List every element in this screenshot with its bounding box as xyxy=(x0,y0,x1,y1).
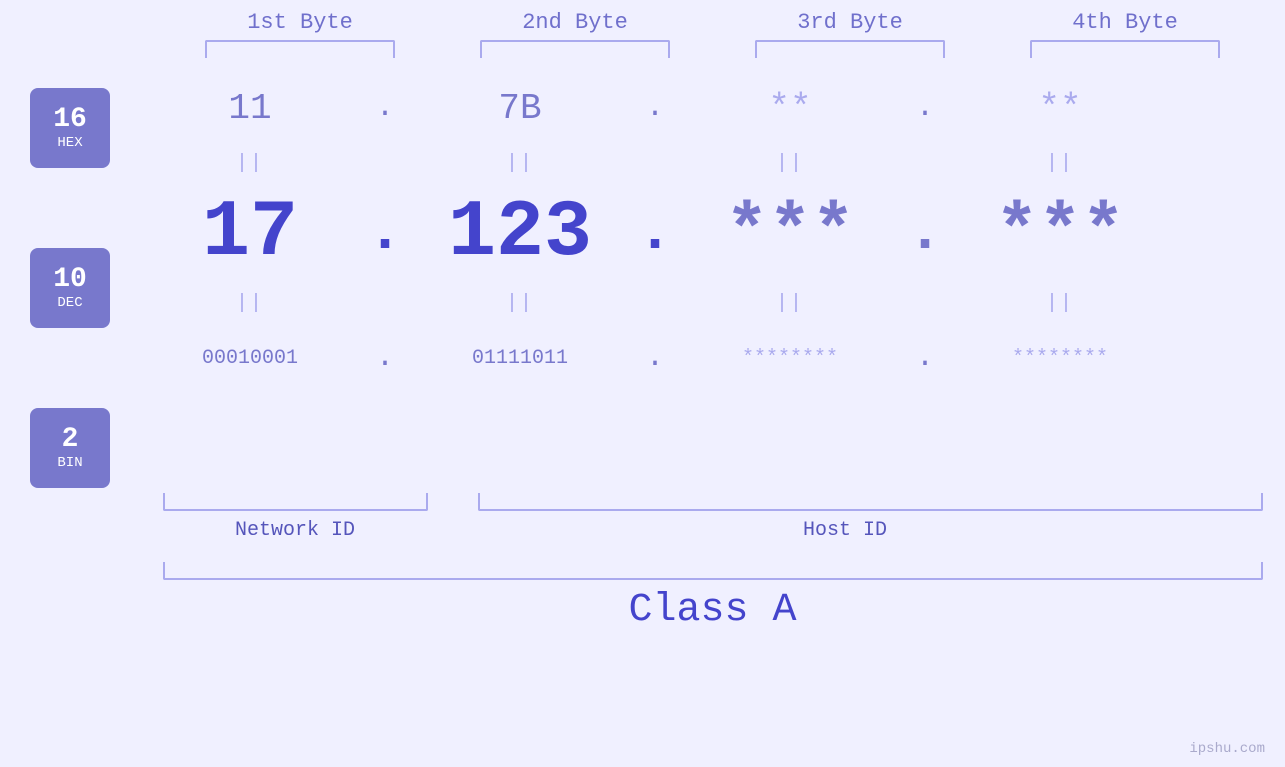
hex-byte1-cell: 11 xyxy=(140,88,360,129)
class-bracket xyxy=(163,562,1263,580)
byte3-header: 3rd Byte xyxy=(740,10,960,35)
bin-byte4-cell: ******** xyxy=(950,347,1170,370)
bin-badge-label: BIN xyxy=(57,455,82,471)
hex-byte3-value: ** xyxy=(768,88,811,129)
dec-dot3: . xyxy=(900,199,950,267)
watermark: ipshu.com xyxy=(1189,741,1265,757)
bin-byte1-value: 00010001 xyxy=(202,347,298,370)
bin-row: 00010001 . 01111011 . ******** . xyxy=(140,318,1285,398)
equals-dec-bin-2: || xyxy=(506,292,534,315)
equals-row1: || || || || xyxy=(140,148,1285,178)
bin-byte1-cell: 00010001 xyxy=(140,347,360,370)
dec-badge: 10 DEC xyxy=(30,248,110,328)
hex-byte4-value: ** xyxy=(1038,88,1081,129)
content-area: 16 HEX 10 DEC 2 BIN 11 . xyxy=(0,68,1285,488)
main-container: 1st Byte 2nd Byte 3rd Byte 4th Byte 16 H… xyxy=(0,0,1285,767)
bracket-byte1 xyxy=(205,40,395,58)
bin-badge: 2 BIN xyxy=(30,408,110,488)
dec-byte2-value: 123 xyxy=(448,188,592,279)
hex-byte2-cell: 7B xyxy=(410,88,630,129)
hex-byte3-cell: ** xyxy=(680,88,900,129)
equals-hex-dec-4: || xyxy=(1046,152,1074,175)
equals-dec-bin-3: || xyxy=(776,292,804,315)
bottom-labels: Network ID Host ID xyxy=(163,519,1263,542)
byte-headers: 1st Byte 2nd Byte 3rd Byte 4th Byte xyxy=(163,10,1263,35)
hex-dot2: . xyxy=(630,91,680,125)
bin-byte3-value: ******** xyxy=(742,347,838,370)
network-bracket xyxy=(163,493,428,511)
hex-byte1-value: 11 xyxy=(228,88,271,129)
bracket-byte2 xyxy=(480,40,670,58)
bin-dot1: . xyxy=(360,341,410,375)
byte1-header: 1st Byte xyxy=(190,10,410,35)
bin-dot2: . xyxy=(630,341,680,375)
byte2-header: 2nd Byte xyxy=(465,10,685,35)
dec-byte1-value: 17 xyxy=(202,188,298,279)
dec-byte2-cell: 123 xyxy=(410,188,630,279)
class-section: Class A xyxy=(163,562,1263,633)
hex-byte2-value: 7B xyxy=(498,88,541,129)
bottom-section: Network ID Host ID xyxy=(163,493,1263,542)
dec-row: 17 . 123 . *** . *** xyxy=(140,178,1285,288)
equals-hex-dec-2: || xyxy=(506,152,534,175)
dec-badge-number: 10 xyxy=(53,265,87,296)
bin-byte2-value: 01111011 xyxy=(472,347,568,370)
dec-byte4-value: *** xyxy=(995,192,1125,274)
hex-dot3: . xyxy=(900,91,950,125)
byte4-header: 4th Byte xyxy=(1015,10,1235,35)
dec-dot1: . xyxy=(360,199,410,267)
network-id-label: Network ID xyxy=(163,519,428,542)
equals-hex-dec-1: || xyxy=(236,152,264,175)
hex-dot1: . xyxy=(360,91,410,125)
bracket-byte4 xyxy=(1030,40,1220,58)
badges-column: 16 HEX 10 DEC 2 BIN xyxy=(0,68,140,488)
bracket-gap xyxy=(428,493,478,511)
hex-byte4-cell: ** xyxy=(950,88,1170,129)
dec-byte3-cell: *** xyxy=(680,192,900,274)
equals-row2: || || || || xyxy=(140,288,1285,318)
equals-dec-bin-4: || xyxy=(1046,292,1074,315)
bottom-brackets xyxy=(163,493,1263,511)
bin-badge-number: 2 xyxy=(62,425,79,456)
equals-hex-dec-3: || xyxy=(776,152,804,175)
dec-byte4-cell: *** xyxy=(950,192,1170,274)
bracket-byte3 xyxy=(755,40,945,58)
dec-badge-label: DEC xyxy=(57,295,82,311)
bin-byte4-value: ******** xyxy=(1012,347,1108,370)
equals-dec-bin-1: || xyxy=(236,292,264,315)
class-label: Class A xyxy=(163,588,1263,633)
hex-badge-label: HEX xyxy=(57,135,82,151)
dec-byte3-value: *** xyxy=(725,192,855,274)
hex-badge: 16 HEX xyxy=(30,88,110,168)
dec-dot2: . xyxy=(630,199,680,267)
bin-dot3: . xyxy=(900,341,950,375)
hex-badge-number: 16 xyxy=(53,105,87,136)
bin-byte3-cell: ******** xyxy=(680,347,900,370)
hex-row: 11 . 7B . ** . ** xyxy=(140,68,1285,148)
host-id-label: Host ID xyxy=(428,519,1263,542)
dec-byte1-cell: 17 xyxy=(140,188,360,279)
host-bracket xyxy=(478,493,1263,511)
bin-byte2-cell: 01111011 xyxy=(410,347,630,370)
values-grid: 11 . 7B . ** . ** xyxy=(140,68,1285,398)
top-brackets xyxy=(163,40,1263,58)
